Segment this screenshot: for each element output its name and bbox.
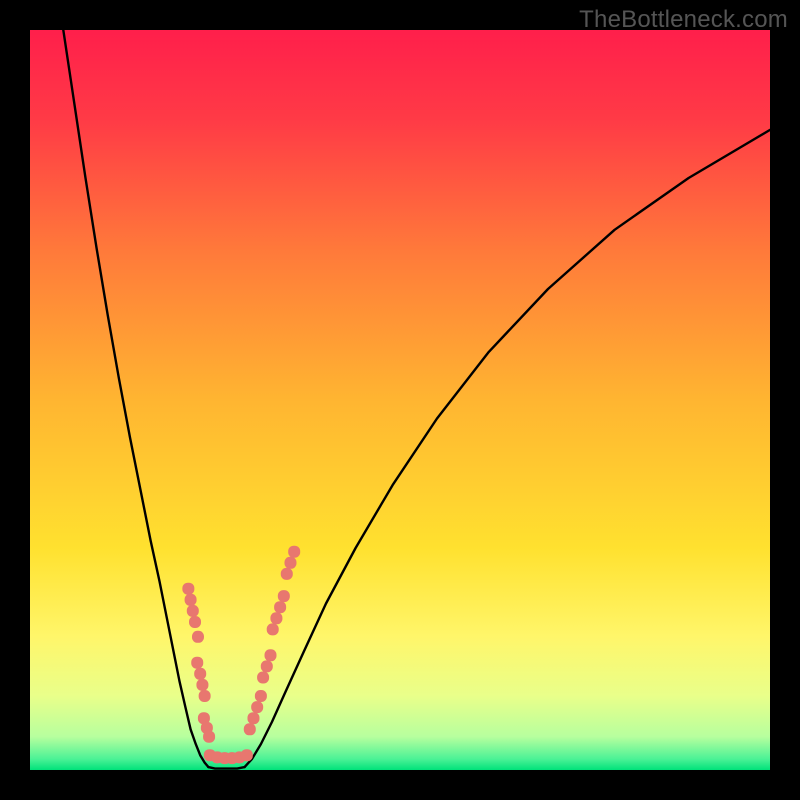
data-point [247,712,259,724]
data-point [267,623,279,635]
chart-frame: TheBottleneck.com [0,0,800,800]
data-point [284,557,296,569]
data-point [265,649,277,661]
data-point [255,690,267,702]
series-right-branch [245,130,770,767]
data-point [288,546,300,558]
data-point [199,690,211,702]
data-point [281,568,293,580]
data-point [241,749,253,761]
data-point [191,657,203,669]
curve-layer [30,30,770,770]
data-point [278,590,290,602]
series-valley-floor [208,767,244,768]
data-point [270,612,282,624]
data-point [182,583,194,595]
plot-area [30,30,770,770]
data-point [244,723,256,735]
data-point [185,594,197,606]
data-point [194,668,206,680]
data-point [261,660,273,672]
data-point [196,679,208,691]
data-point [274,601,286,613]
data-point [192,631,204,643]
data-point [257,672,269,684]
data-point [189,616,201,628]
series-left-branch [63,30,208,767]
data-point [251,701,263,713]
data-point [187,605,199,617]
data-point [203,731,215,743]
